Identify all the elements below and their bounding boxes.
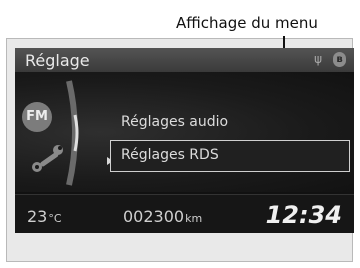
clock: 12:34 (265, 201, 342, 229)
menu-item-rds-settings[interactable]: Réglages RDS (110, 140, 350, 172)
status-bar: 23°C 002300km 12:34 (15, 194, 354, 233)
odometer-value: 002300 (123, 207, 185, 226)
menu-arc-decoration (66, 80, 79, 186)
menu-area: FM Réglages audio Réglages RDS (15, 72, 354, 192)
callout-label: Affichage du menu (176, 14, 318, 32)
screen-title: Réglage (25, 51, 90, 70)
odometer-unit: km (185, 212, 203, 225)
menu-item-rds-label: Réglages RDS (121, 147, 219, 163)
fm-icon: FM (22, 102, 52, 132)
title-bar: Réglage ψ ʙ (15, 48, 354, 72)
wrench-icon (32, 145, 63, 172)
usb-icon: ψ (314, 52, 322, 66)
temperature-readout: 23°C (27, 207, 62, 226)
temperature-value: 23 (27, 207, 48, 226)
bluetooth-icon: ʙ (333, 52, 346, 67)
display-screen: Réglage ψ ʙ FM Réglages audio Réglages R… (15, 48, 354, 233)
odometer-readout: 002300km (123, 207, 202, 226)
menu-item-audio-settings[interactable]: Réglages audio (121, 114, 228, 130)
temperature-unit: °C (48, 212, 62, 225)
